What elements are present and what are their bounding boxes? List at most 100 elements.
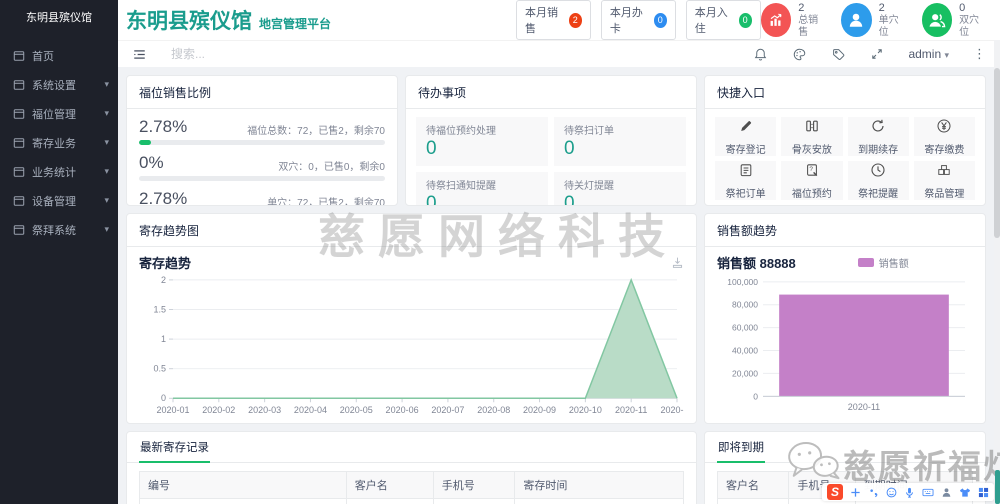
chart-title: 销售额 88888 [717, 256, 796, 271]
user-icon [841, 2, 872, 37]
chevron-down-icon: ▾ [104, 166, 109, 176]
toolbar: admin ▾ ⋮ [118, 40, 1000, 67]
todo-value: 0 [564, 193, 575, 206]
brand: 东明县殡仪馆 地宫管理平台 [126, 5, 331, 35]
quick-renew-storage[interactable]: 到期续存 [847, 117, 909, 156]
svg-text:2020-09: 2020-09 [523, 405, 556, 415]
tag-icon[interactable] [831, 47, 846, 62]
card-sales-ratio: 福位销售比例 2.78% 福位总数：72，已售2，剩余70 0% 双穴：0，已售0，… [126, 75, 398, 206]
ime-handle[interactable] [995, 470, 1000, 504]
username: admin [908, 47, 942, 61]
renew-icon [870, 118, 886, 139]
person-icon[interactable] [941, 487, 952, 498]
count-badge: 2 [568, 12, 582, 28]
sidebar-item-label: 寄存业务 [32, 137, 76, 150]
theme-palette-icon[interactable] [792, 47, 807, 62]
sidebar-item-device-management[interactable]: 设备管理 ▾ [0, 186, 118, 215]
sidebar-item-business-statistics[interactable]: 业务统计 ▾ [0, 157, 118, 186]
cell-phone [432, 498, 516, 504]
ime-toolbar: S [822, 483, 994, 501]
col-header: 寄存时间 [514, 471, 684, 499]
badge-month-sales[interactable]: 本月销售 2 [516, 0, 591, 40]
todo-value: 0 [426, 138, 437, 159]
todo-tile-sweep-orders[interactable]: 待祭扫订单 0 [554, 117, 686, 166]
sidebar-menu: 首页 系统设置 ▾ 福位管理 ▾ 寄存业务 ▾ 业务统计 ▾ 设备管理 ▾ 祭拜… [0, 41, 118, 244]
microphone-icon[interactable] [904, 487, 915, 498]
download-chart-icon[interactable] [671, 256, 684, 269]
scrollbar-thumb[interactable] [994, 68, 1000, 238]
sidebar-item-label: 业务统计 [32, 166, 76, 179]
quick-label: 祭祀订单 [725, 188, 766, 200]
badge-month-checkin[interactable]: 本月入住 0 [685, 0, 761, 40]
user-menu[interactable]: admin ▾ [908, 47, 949, 61]
quick-label: 福位预约 [791, 188, 832, 200]
todo-label: 待福位预约处理 [426, 126, 496, 137]
svg-text:80,000: 80,000 [732, 300, 758, 310]
count-badge: 0 [653, 12, 667, 28]
quick-sacrifice-orders[interactable]: 祭祀订单 [715, 161, 777, 200]
card-latest-records: 最新寄存记录 编号 客户名 手机号 寄存时间 REG-18642020111 [126, 431, 697, 504]
window-icon [13, 166, 25, 178]
card-sales-trend: 销售额趋势 销售额 88888 销售额 0 20,000 40,000 60,000 8… [704, 213, 986, 424]
todo-tile-booking[interactable]: 待福位预约处理 0 [416, 117, 548, 166]
svg-text:2: 2 [161, 275, 166, 285]
toolbox-icon[interactable] [978, 487, 989, 498]
todo-tile-lamp-off[interactable]: 待关灯提醒 0 [554, 172, 686, 206]
card-quick-entry: 快捷入口 寄存登记 骨灰安放 到期续存 寄存缴费 祭祀订单 ? 福位预约 祭祀提… [704, 75, 986, 206]
badge-month-cards[interactable]: 本月办卡 0 [600, 0, 676, 40]
svg-text:2020-03: 2020-03 [248, 405, 281, 415]
bar-chart-icon [760, 2, 792, 37]
quick-label: 骨灰安放 [791, 144, 832, 156]
more-options-icon[interactable]: ⋮ [973, 46, 986, 62]
pencil-icon [738, 118, 754, 139]
yen-icon [936, 118, 952, 139]
quick-fuwei-booking[interactable]: ? 福位预约 [781, 161, 843, 200]
chart-title: 寄存趋势 [139, 256, 192, 271]
scrollbar-track[interactable] [994, 40, 1000, 504]
emoji-icon[interactable] [886, 487, 897, 498]
quick-offerings-management[interactable]: 祭品管理 [913, 161, 975, 200]
users-icon [921, 2, 953, 37]
goods-icon [936, 162, 952, 183]
keyboard-icon[interactable] [922, 487, 934, 498]
ratio-total: 2.78% 福位总数：72，已售2，剩余70 [139, 117, 385, 145]
card-title: 福位销售比例 [127, 76, 397, 109]
booking-icon: ? [804, 162, 820, 183]
quick-sacrifice-reminder[interactable]: 祭祀提醒 [847, 161, 909, 200]
sidebar-item-fuwei-management[interactable]: 福位管理 ▾ [0, 99, 118, 128]
legend-label: 销售额 [878, 259, 909, 270]
sidebar-item-storage-business[interactable]: 寄存业务 ▾ [0, 128, 118, 157]
window-icon [13, 137, 25, 149]
stat-label: 双穴位 [959, 15, 980, 39]
sidebar-item-system-settings[interactable]: 系统设置 ▾ [0, 70, 118, 99]
quick-label: 寄存缴费 [924, 144, 965, 156]
window-icon [13, 108, 25, 120]
skin-tshirt-icon[interactable] [959, 487, 971, 498]
card-title: 待办事项 [406, 76, 696, 109]
notification-bell-icon[interactable] [753, 47, 768, 62]
language-toggle-icon[interactable] [850, 487, 861, 498]
quick-ashes-placement[interactable]: 骨灰安放 [781, 117, 843, 156]
quick-storage-register[interactable]: 寄存登记 [715, 117, 777, 156]
card-deposit-trend: 寄存趋势图 寄存趋势 0 0.5 1 1.5 2 2020-01 2020-02 2020-0… [126, 213, 697, 424]
sales-legend-swatch [857, 258, 874, 267]
sidebar-item-home[interactable]: 首页 [0, 41, 118, 70]
fullscreen-icon[interactable] [870, 47, 884, 61]
cell-record-id: REG-186420201114144615 [139, 498, 347, 504]
quick-storage-payment[interactable]: 寄存缴费 [913, 117, 975, 156]
deposit-trend-chart: 0 0.5 1 1.5 2 2020-01 2020-02 2020-03 2020-04 202… [153, 275, 684, 415]
quick-label: 到期续存 [858, 144, 899, 156]
sogou-input-logo[interactable]: S [827, 484, 843, 500]
sidebar-item-label: 祭拜系统 [32, 224, 76, 237]
todo-tile-sweep-notice[interactable]: 待祭扫通知提醒 0 [416, 172, 548, 205]
search-input[interactable] [171, 47, 331, 61]
order-icon [738, 162, 754, 183]
table-row: REG-186420201114144615 哈吉斯 2020-11-14 14… [139, 498, 684, 504]
svg-text:100,000: 100,000 [727, 277, 758, 287]
card-title: 快捷入口 [705, 76, 985, 109]
collapse-menu-icon[interactable] [132, 47, 147, 62]
window-icon [13, 195, 25, 207]
sidebar-item-worship-system[interactable]: 祭拜系统 ▾ [0, 215, 118, 244]
punctuation-icon[interactable] [868, 487, 879, 498]
topbar: 东明县殡仪馆 地宫管理平台 本月销售 2 本月办卡 0 本月入住 0 2总销售 [118, 0, 1000, 40]
